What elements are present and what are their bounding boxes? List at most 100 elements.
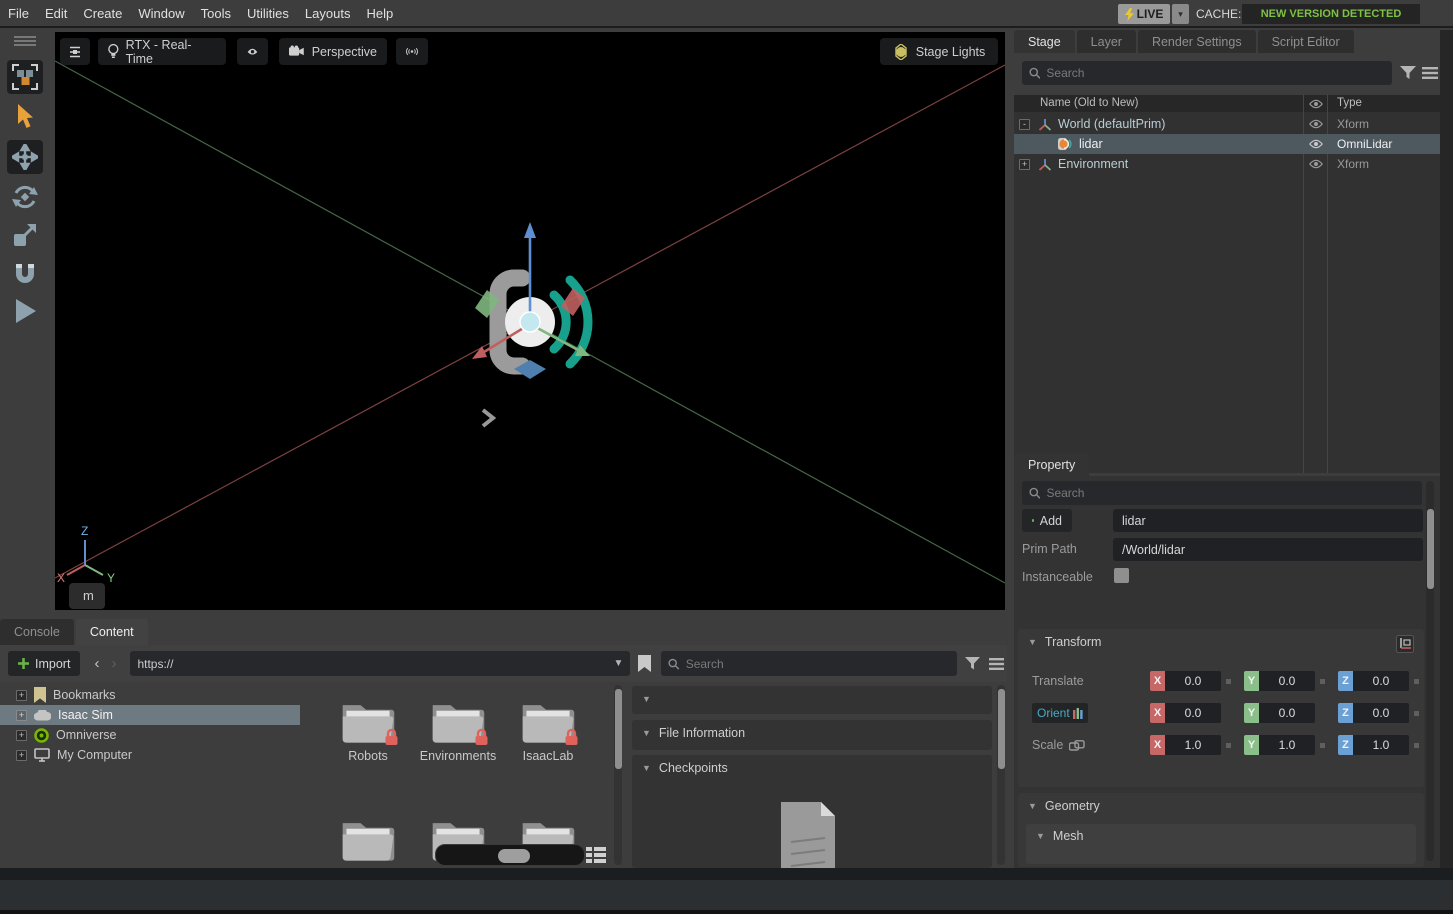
property-search[interactable] bbox=[1022, 481, 1422, 505]
scale-tool-button[interactable] bbox=[7, 218, 43, 252]
collapse-expander[interactable]: + bbox=[1019, 159, 1030, 170]
url-bar[interactable]: ▼ bbox=[130, 651, 630, 676]
selection-mode-button[interactable] bbox=[7, 60, 43, 94]
tree-row-environment[interactable]: + Environment Xform bbox=[1014, 154, 1440, 174]
forward-button[interactable]: › bbox=[111, 655, 116, 672]
menu-edit[interactable]: Edit bbox=[37, 6, 75, 21]
folder-environments[interactable]: Environments bbox=[412, 696, 504, 763]
tree-item-bookmarks[interactable]: + Bookmarks bbox=[0, 685, 300, 705]
translate-y-field[interactable]: 0.0 bbox=[1259, 671, 1315, 691]
expander-icon[interactable]: + bbox=[16, 690, 27, 701]
folder-isaaclab[interactable]: IsaacLab bbox=[502, 696, 594, 763]
bookmark-icon[interactable] bbox=[638, 655, 651, 672]
options-menu-icon[interactable] bbox=[1422, 67, 1438, 79]
menu-file[interactable]: File bbox=[0, 6, 37, 21]
viewport-expand-chevron[interactable] bbox=[483, 410, 493, 426]
live-dropdown-button[interactable]: ▾ bbox=[1172, 4, 1189, 24]
tab-script-editor[interactable]: Script Editor bbox=[1258, 30, 1354, 53]
expander-icon[interactable]: + bbox=[16, 730, 27, 741]
visibility-button[interactable] bbox=[237, 38, 268, 65]
translate-z-field[interactable]: 0.0 bbox=[1353, 671, 1409, 691]
icon-size-slider[interactable] bbox=[435, 844, 585, 866]
stage-search[interactable] bbox=[1022, 61, 1392, 85]
scale-y-field[interactable]: 1.0 bbox=[1259, 735, 1315, 755]
visibility-eye-icon[interactable] bbox=[1309, 159, 1323, 169]
snap-tool-button[interactable] bbox=[7, 256, 43, 290]
menu-utilities[interactable]: Utilities bbox=[239, 6, 297, 21]
tree-row-world[interactable]: - World (defaultPrim) Xform bbox=[1014, 114, 1440, 134]
options-menu-icon[interactable] bbox=[989, 658, 1004, 670]
info-scrollbar-thumb[interactable] bbox=[998, 689, 1005, 769]
rotate-tool-button[interactable] bbox=[7, 180, 43, 214]
expander-icon[interactable]: + bbox=[16, 750, 27, 761]
transform-header[interactable]: ▼ Transform bbox=[1018, 629, 1424, 655]
lidar-prim-gizmo[interactable] bbox=[472, 222, 590, 379]
tree-row-lidar[interactable]: lidar OmniLidar bbox=[1014, 134, 1440, 154]
camera-button[interactable]: Perspective bbox=[279, 38, 387, 65]
back-button[interactable]: ‹ bbox=[94, 655, 99, 672]
checkpoints-section[interactable]: ▼ Checkpoints bbox=[632, 755, 992, 868]
property-search-input[interactable] bbox=[1046, 486, 1415, 500]
visibility-eye-icon[interactable] bbox=[1309, 119, 1323, 129]
content-search-input[interactable] bbox=[686, 657, 951, 671]
prim-name-field[interactable] bbox=[1113, 509, 1423, 532]
toolbar-drag-handle[interactable] bbox=[7, 32, 43, 52]
grid-scrollbar[interactable] bbox=[614, 685, 622, 865]
import-button[interactable]: Import bbox=[8, 651, 80, 676]
prim-path-field[interactable] bbox=[1113, 538, 1423, 561]
menu-tools[interactable]: Tools bbox=[193, 6, 239, 21]
filter-icon[interactable] bbox=[1400, 66, 1416, 80]
filter-icon[interactable] bbox=[965, 657, 980, 671]
translate-x-field[interactable]: 0.0 bbox=[1165, 671, 1221, 691]
signal-button[interactable] bbox=[396, 38, 428, 65]
view-mode-icon[interactable] bbox=[586, 846, 606, 864]
property-scrollbar-thumb[interactable] bbox=[1427, 509, 1434, 589]
tab-content[interactable]: Content bbox=[76, 619, 148, 645]
folder-tile-clipped[interactable] bbox=[322, 814, 414, 867]
content-search[interactable] bbox=[661, 651, 957, 676]
menu-help[interactable]: Help bbox=[358, 6, 401, 21]
link-icon[interactable] bbox=[1069, 740, 1085, 751]
tree-item-my-computer[interactable]: + My Computer bbox=[0, 745, 300, 765]
expander-icon[interactable]: + bbox=[16, 710, 27, 721]
menu-window[interactable]: Window bbox=[130, 6, 192, 21]
tab-layer[interactable]: Layer bbox=[1077, 30, 1136, 53]
orient-x-field[interactable]: 0.0 bbox=[1165, 703, 1221, 723]
menu-layouts[interactable]: Layouts bbox=[297, 6, 359, 21]
detail-section-collapsed[interactable]: ▼ bbox=[632, 686, 992, 714]
collapse-expander[interactable]: - bbox=[1019, 119, 1030, 130]
geometry-header[interactable]: ▼ Geometry bbox=[1018, 793, 1424, 819]
url-input[interactable] bbox=[137, 657, 607, 671]
visibility-column-icon[interactable] bbox=[1309, 99, 1323, 109]
visibility-eye-icon[interactable] bbox=[1309, 139, 1323, 149]
orient-y-field[interactable]: 0.0 bbox=[1259, 703, 1315, 723]
column-type[interactable]: Type bbox=[1337, 97, 1362, 109]
column-name[interactable]: Name (Old to New) bbox=[1040, 97, 1138, 109]
stage-search-input[interactable] bbox=[1046, 66, 1385, 80]
viewport[interactable]: Z X Y m RTX - Real-Time bbox=[55, 32, 1005, 610]
slider-thumb[interactable] bbox=[498, 849, 530, 863]
grid-scrollbar-thumb[interactable] bbox=[615, 689, 622, 769]
instanceable-checkbox[interactable] bbox=[1114, 568, 1129, 583]
file-information-section[interactable]: ▼ File Information bbox=[632, 720, 992, 750]
tab-property[interactable]: Property bbox=[1014, 453, 1089, 476]
tree-item-omniverse[interactable]: + Omniverse bbox=[0, 725, 300, 745]
tree-item-isaac-sim[interactable]: + Isaac Sim bbox=[0, 705, 300, 725]
info-scrollbar[interactable] bbox=[997, 685, 1005, 865]
move-tool-button[interactable] bbox=[7, 140, 43, 174]
scale-z-field[interactable]: 1.0 bbox=[1353, 735, 1409, 755]
viewport-settings-button[interactable] bbox=[60, 38, 90, 65]
add-property-button[interactable]: Add bbox=[1022, 509, 1072, 532]
gizmo-center-handle[interactable] bbox=[520, 312, 540, 332]
render-mode-button[interactable]: RTX - Real-Time bbox=[98, 38, 226, 65]
menu-create[interactable]: Create bbox=[75, 6, 130, 21]
live-button[interactable]: LIVE bbox=[1118, 4, 1170, 24]
property-scrollbar[interactable] bbox=[1426, 481, 1434, 861]
orient-z-field[interactable]: 0.0 bbox=[1353, 703, 1409, 723]
select-tool-button[interactable] bbox=[7, 100, 43, 134]
mesh-header[interactable]: ▼ Mesh bbox=[1026, 824, 1416, 848]
tab-console[interactable]: Console bbox=[0, 619, 74, 645]
url-dropdown-icon[interactable]: ▼ bbox=[614, 658, 624, 669]
tab-stage[interactable]: Stage bbox=[1014, 30, 1075, 53]
play-button[interactable] bbox=[7, 294, 43, 328]
